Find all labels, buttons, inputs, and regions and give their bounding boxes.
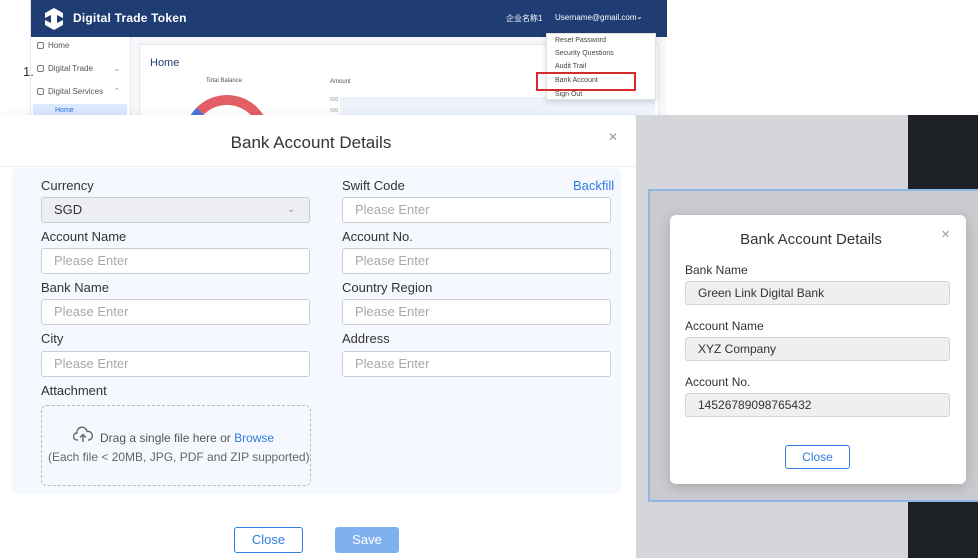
country-region-input[interactable]: Please Enter [342, 299, 611, 325]
file-dropzone[interactable] [41, 405, 311, 486]
menu-item-security-questions[interactable]: Security Questions [555, 50, 614, 57]
bank-name-input[interactable]: Please Enter [41, 299, 310, 325]
city-label: City [41, 331, 64, 346]
account-name-value: XYZ Company [685, 337, 950, 361]
company-name[interactable]: 企业名称1 [506, 13, 542, 24]
row-number: 1. [23, 64, 34, 79]
bank-name-label: Bank Name [685, 263, 748, 277]
swift-code-label: Swift Code [342, 178, 405, 193]
close-icon[interactable]: ✕ [941, 228, 950, 241]
bank-name-value: Green Link Digital Bank [685, 281, 950, 305]
account-no-label: Account No. [342, 229, 413, 244]
modal-title: Bank Account Details [740, 231, 882, 248]
currency-select[interactable]: SGD [41, 197, 310, 223]
divider [0, 166, 636, 167]
swift-code-input[interactable]: Please Enter [342, 197, 611, 223]
amount-label: Amount [330, 79, 351, 85]
services-icon [37, 88, 44, 95]
save-button[interactable]: Save [335, 527, 399, 553]
browse-link[interactable]: Browse [234, 431, 274, 445]
dropzone-text: Drag a single file here or Browse [100, 431, 275, 445]
account-name-input[interactable]: Please Enter [41, 248, 310, 274]
modal-title: Bank Account Details [230, 133, 392, 152]
country-region-label: Country Region [342, 280, 433, 295]
attachment-label: Attachment [41, 383, 107, 398]
address-label: Address [342, 331, 390, 346]
address-input[interactable]: Please Enter [342, 351, 611, 377]
bank-account-form-modal: Bank Account Details ✕ [0, 115, 636, 558]
sidebar-item-home[interactable]: Home [37, 41, 69, 50]
chevron-down-icon[interactable]: ⌄ [114, 65, 120, 73]
axis-tick: 600 [330, 97, 339, 103]
home-icon [37, 42, 44, 49]
chevron-down-icon[interactable]: ⌄ [287, 204, 295, 215]
page-title: Home [150, 57, 180, 69]
sidebar-subitem-home[interactable]: Home [55, 107, 74, 114]
account-no-label: Account No. [685, 375, 751, 389]
close-button[interactable]: Close [234, 527, 303, 553]
bank-account-details-modal: Bank Account Details ✕ Bank Name Green L… [670, 215, 966, 484]
close-button[interactable]: Close [785, 445, 850, 469]
app-logo-icon [45, 8, 63, 30]
total-balance-label: Total Balance [206, 78, 243, 84]
account-no-value: 14526789098765432 [685, 393, 950, 417]
dropzone-hint: (Each file < 20MB, JPG, PDF and ZIP supp… [48, 450, 310, 464]
user-menu[interactable]: Username@gmail.com [555, 13, 636, 22]
app-title: Digital Trade Token [73, 11, 187, 25]
upload-cloud-icon [73, 426, 93, 442]
account-no-input[interactable]: Please Enter [342, 248, 611, 274]
sidebar: Home Digital Trade ⌄ Digital Services ⌃ … [31, 37, 131, 120]
sidebar-item-digital-services[interactable]: Digital Services [37, 87, 103, 96]
bank-account-highlight-box [536, 72, 636, 91]
chevron-down-icon[interactable]: ⌄ [636, 12, 643, 21]
chevron-up-icon[interactable]: ⌃ [114, 87, 120, 95]
bank-name-label: Bank Name [41, 280, 109, 295]
close-icon[interactable]: ✕ [608, 130, 618, 144]
trade-icon [37, 65, 44, 72]
menu-item-audit-trail[interactable]: Audit Trail [555, 63, 586, 70]
currency-label: Currency [41, 178, 94, 193]
menu-item-reset-password[interactable]: Reset Password [555, 37, 606, 44]
city-input[interactable]: Please Enter [41, 351, 310, 377]
sidebar-item-digital-trade[interactable]: Digital Trade [37, 64, 93, 73]
axis-tick: 500 [330, 108, 339, 114]
backfill-link[interactable]: Backfill [573, 178, 614, 193]
menu-item-sign-out[interactable]: Sign Out [555, 91, 582, 98]
account-name-label: Account Name [685, 319, 764, 333]
app-header: Digital Trade Token 企业名称1 Username@gmail… [31, 0, 667, 37]
account-name-label: Account Name [41, 229, 127, 244]
